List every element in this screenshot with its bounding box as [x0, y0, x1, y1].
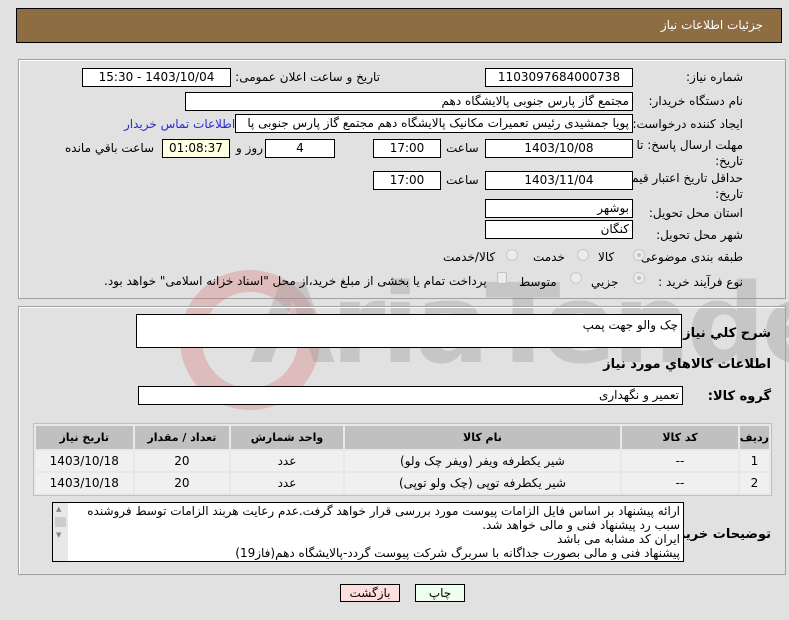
cell-item-code: -- — [622, 473, 738, 493]
announce-label: تاریخ و ساعت اعلان عمومی: — [235, 70, 380, 84]
process-option-medium: متوسط — [519, 275, 557, 289]
table-row: 2 -- شیر یکطرفه توپی (چک ولو توپی) عدد 2… — [36, 473, 769, 493]
description-textarea[interactable]: چک والو جهت پمپ — [136, 314, 682, 348]
col-unit: واحد شمارش — [231, 426, 343, 449]
deadline-time-field: 17:00 — [373, 139, 441, 158]
page-header: جزئیات اطلاعات نیاز — [16, 8, 782, 43]
validity-time-label: ساعت — [446, 173, 479, 187]
deadline-label: مهلت ارسال پاسخ: تا تاریخ: — [636, 138, 743, 168]
cell-item-name: شیر یکطرفه توپی (چک ولو توپی) — [344, 473, 621, 493]
buyer-contact-link[interactable]: اطلاعات تماس خریدار — [124, 117, 235, 131]
cell-item-code: -- — [622, 451, 738, 471]
scroll-up-icon[interactable]: ▲ — [56, 505, 61, 513]
buyer-notes-textarea[interactable]: ارائه پیشنهاد بر اساس فایل الزامات پیوست… — [52, 502, 684, 562]
process-radio-medium[interactable] — [570, 272, 582, 284]
province-label: استان محل تحویل: — [648, 206, 743, 220]
process-option-minor: جزیي — [591, 275, 619, 289]
cell-quantity: 20 — [134, 451, 230, 471]
items-table: ردیف کد کالا نام کالا واحد شمارش تعداد /… — [33, 423, 772, 496]
category-radio-goods-service[interactable] — [506, 249, 518, 261]
goods-info-title: اطلاعات کالاهاي مورد نياز — [603, 357, 771, 372]
col-item-code: کد کالا — [622, 426, 738, 449]
payment-checkbox[interactable] — [497, 272, 507, 284]
cell-unit: عدد — [231, 451, 343, 471]
category-option-goods-service: کالا/خدمت — [443, 250, 496, 264]
goods-group-label: گروه کالا: — [707, 389, 771, 404]
buyer-org-label: نام دستگاه خریدار: — [648, 94, 744, 108]
col-row-number: ردیف — [739, 426, 769, 449]
buyer-org-field: مجتمع گاز پارس جنوبی پالایشگاه دهم — [185, 92, 633, 111]
need-number-label: شماره نیاز: — [686, 70, 743, 84]
category-radio-service[interactable] — [577, 249, 589, 261]
announce-field: 1403/10/04 - 15:30 — [82, 68, 231, 87]
process-radio-minor[interactable] — [633, 272, 645, 284]
province-field: بوشهر — [485, 199, 633, 218]
category-option-goods: کالا — [598, 250, 615, 264]
col-need-date: تاریخ نیاز — [36, 426, 133, 449]
creator-label: ایجاد کننده درخواست: — [632, 117, 743, 131]
city-field: کنگان — [485, 220, 633, 239]
col-quantity: تعداد / مقدار — [134, 426, 230, 449]
cell-row-number: 2 — [739, 473, 769, 493]
need-number-field: 1103097684000738 — [485, 68, 633, 87]
validity-date-field: 1403/11/04 — [485, 171, 633, 190]
validity-time-field: 17:00 — [373, 171, 441, 190]
table-header-row: ردیف کد کالا نام کالا واحد شمارش تعداد /… — [36, 426, 769, 449]
city-label: شهر محل تحویل: — [656, 228, 743, 242]
remaining-time-field: 01:08:37 — [162, 139, 230, 158]
buyer-notes-line: سبب رد پیشنهاد فنی و مالی خواهد شد. — [482, 518, 680, 532]
remaining-time-label: ساعت باقي مانده — [65, 141, 155, 155]
process-label: نوع فرآیند خرید : — [658, 275, 743, 289]
buyer-notes-scrollbar[interactable]: ▲ ▼ — [53, 503, 68, 561]
scroll-down-icon[interactable]: ▼ — [56, 531, 61, 539]
goods-group-field: تعمیر و نگهداری — [138, 386, 683, 405]
days-remaining-field: 4 — [265, 139, 335, 158]
page-title: جزئیات اطلاعات نیاز — [660, 18, 763, 32]
cell-quantity: 20 — [134, 473, 230, 493]
cell-row-number: 1 — [739, 451, 769, 471]
cell-need-date: 1403/10/18 — [36, 451, 133, 471]
deadline-date-field: 1403/10/08 — [485, 139, 633, 158]
category-radio-goods[interactable] — [633, 249, 645, 261]
buyer-notes-line: پیشنهاد فنی و مالی بصورت جداگانه با سربر… — [235, 546, 680, 560]
creator-field: پویا جمشیدی رئیس تعمیرات مکانیک پالایشگا… — [235, 114, 633, 133]
description-label: شرح کلي نياز: — [677, 326, 771, 341]
col-item-name: نام کالا — [344, 426, 621, 449]
scroll-thumb[interactable] — [55, 517, 66, 527]
cell-need-date: 1403/10/18 — [36, 473, 133, 493]
print-button[interactable]: چاپ — [415, 584, 465, 602]
table-row: 1 -- شیر یکطرفه ویفر (ویفر چک ولو) عدد 2… — [36, 451, 769, 471]
back-button[interactable]: بازگشت — [340, 584, 400, 602]
cell-item-name: شیر یکطرفه ویفر (ویفر چک ولو) — [344, 451, 621, 471]
cell-unit: عدد — [231, 473, 343, 493]
deadline-time-label: ساعت — [446, 141, 479, 155]
category-label: طبقه بندی موضوعی: — [636, 250, 743, 264]
days-label: روز و — [236, 141, 263, 155]
buyer-notes-line: ارائه پیشنهاد بر اساس فایل الزامات پیوست… — [87, 504, 680, 518]
buyer-notes-line: ایران کد مشابه می باشد — [556, 532, 680, 546]
payment-note: پرداخت تمام یا بخشی از مبلغ خرید،از محل … — [104, 274, 487, 288]
category-option-service: خدمت — [533, 250, 565, 264]
